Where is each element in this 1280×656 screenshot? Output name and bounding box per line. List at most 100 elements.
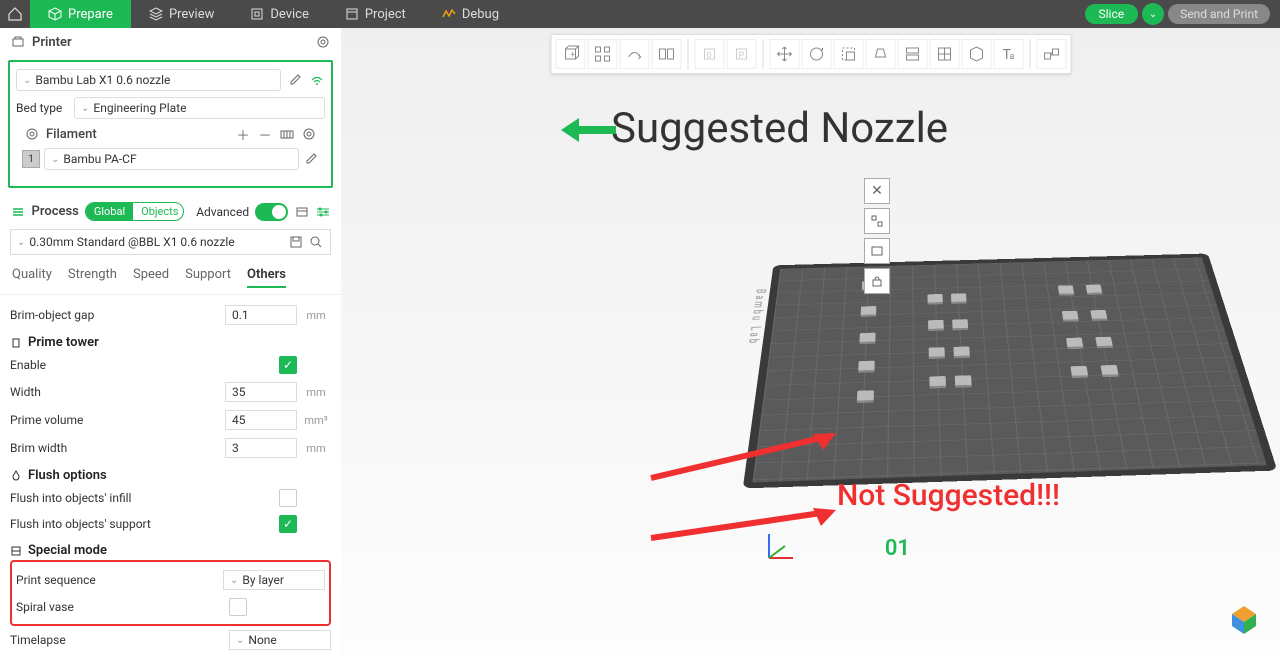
process-preset-select[interactable]: ⌄ 0.30mm Standard @BBL X1 0.6 nozzle (10, 229, 331, 255)
chevron-down-icon: ⌄ (17, 237, 25, 248)
wifi-icon[interactable] (309, 72, 325, 88)
sliders-icon[interactable] (316, 204, 332, 220)
edit-icon[interactable] (287, 72, 303, 88)
tab-support[interactable]: Support (185, 263, 231, 288)
red-arrow-1 (641, 428, 841, 488)
assembly-tool[interactable] (1036, 39, 1066, 69)
remove-filament-icon[interactable]: － (257, 126, 273, 142)
tab-others[interactable]: Others (247, 263, 286, 288)
bed-type-label: Bed type (16, 101, 68, 115)
filament-edit-icon[interactable] (303, 151, 319, 167)
tab-strength[interactable]: Strength (68, 263, 117, 288)
prime-tower-group[interactable]: Prime tower (10, 329, 331, 352)
scale-tool[interactable] (833, 39, 863, 69)
timelapse-select[interactable]: ⌄ None (229, 630, 331, 650)
preset-save-icon[interactable] (288, 234, 304, 250)
split-tool[interactable] (651, 39, 681, 69)
preset-search-icon[interactable] (308, 234, 324, 250)
flatten-tool[interactable] (865, 39, 895, 69)
rotate-tool[interactable] (801, 39, 831, 69)
filament-select[interactable]: ⌄ Bambu PA-CF (44, 148, 299, 170)
home-button[interactable] (0, 0, 30, 28)
mesh-tool[interactable] (929, 39, 959, 69)
annotation-suggested-nozzle: Suggested Nozzle (611, 104, 948, 153)
brim-object-gap-input[interactable]: 0.1 (225, 305, 297, 325)
flush-support-checkbox[interactable]: ✓ (279, 515, 297, 533)
prime-tower-icon (10, 337, 22, 349)
width-input[interactable]: 35 (225, 382, 297, 402)
brim-width-input[interactable]: 3 (225, 438, 297, 458)
objects-toggle[interactable]: Objects (133, 203, 184, 220)
printer-suggested-box: ⌄ Bambu Lab X1 0.6 nozzle Bed type ⌄ Eng… (8, 60, 333, 188)
plate-arrange-button[interactable] (864, 208, 890, 234)
svg-text:+: + (570, 50, 575, 59)
filament-settings-icon[interactable] (301, 126, 317, 142)
filament-swatch[interactable]: 1 (22, 150, 40, 168)
print-sequence-select[interactable]: ⌄ By layer (223, 570, 325, 590)
enable-row: Enable ✓ (10, 352, 331, 378)
prime-volume-input[interactable]: 45 (225, 410, 297, 430)
flush-infill-checkbox[interactable] (279, 489, 297, 507)
plate-settings-button[interactable] (864, 238, 890, 264)
printer-header: Printer (0, 28, 341, 56)
special-mode-group[interactable]: Special mode (10, 537, 331, 560)
tab-debug[interactable]: Debug (424, 0, 517, 28)
send-print-button[interactable]: Send and Print (1168, 4, 1270, 24)
view-cube[interactable] (1226, 602, 1262, 638)
brim-width-label: Brim width (10, 441, 225, 455)
svg-text:P: P (738, 51, 744, 61)
flush-infill-row: Flush into objects' infill (10, 485, 331, 511)
enable-checkbox[interactable]: ✓ (279, 356, 297, 374)
cut-tool[interactable] (897, 39, 927, 69)
chevron-down-icon: ⌄ (236, 635, 244, 646)
filament-icon (24, 126, 40, 142)
chevron-down-icon: ⌄ (81, 103, 89, 114)
arrange-tool[interactable] (587, 39, 617, 69)
width-label: Width (10, 385, 225, 399)
printer-preset-select[interactable]: ⌄ Bambu Lab X1 0.6 nozzle (16, 69, 281, 91)
svg-text:a: a (1009, 52, 1014, 62)
viewport[interactable]: + 0 P Ta Bambu Lab (341, 28, 1280, 656)
orient-tool[interactable] (619, 39, 649, 69)
add-filament-icon[interactable]: ＋ (235, 126, 251, 142)
printer-settings-icon[interactable] (315, 34, 331, 50)
bed-type-select[interactable]: ⌄ Engineering Plate (74, 97, 325, 119)
home-icon (7, 6, 23, 22)
tab-quality[interactable]: Quality (12, 263, 52, 288)
process-icon (10, 204, 26, 220)
annotation-not-suggested: Not Suggested!!! (837, 478, 1060, 513)
timelapse-row: Timelapse ⌄ None (10, 626, 331, 654)
paint-tool[interactable]: P (726, 39, 756, 69)
compare-icon[interactable] (294, 204, 310, 220)
flush-options-group[interactable]: Flush options (10, 462, 331, 485)
timelapse-label: Timelapse (10, 633, 229, 647)
brim-object-gap-row: Brim-object gap 0.1 mm (10, 301, 331, 329)
tab-project[interactable]: Project (327, 0, 424, 28)
device-icon (250, 7, 264, 21)
filament-header-label: Filament (46, 127, 97, 142)
global-objects-toggle[interactable]: Global Objects (85, 202, 184, 221)
ams-icon[interactable] (279, 126, 295, 142)
brim-object-gap-label: Brim-object gap (10, 308, 225, 322)
move-tool[interactable] (769, 39, 799, 69)
plate-close-button[interactable]: ✕ (864, 178, 890, 204)
add-plate-tool[interactable]: + (555, 39, 585, 69)
slice-dropdown[interactable]: ⌄ (1142, 3, 1164, 25)
tab-device[interactable]: Device (232, 0, 327, 28)
svg-text:0: 0 (706, 51, 711, 61)
advanced-switch[interactable] (255, 203, 288, 221)
printer-header-label: Printer (32, 35, 72, 50)
plate-side-buttons: ✕ (864, 178, 890, 294)
plate-lock-button[interactable] (864, 268, 890, 294)
variable-height-tool[interactable]: 0 (694, 39, 724, 69)
tab-speed[interactable]: Speed (133, 263, 169, 288)
support-paint-tool[interactable] (961, 39, 991, 69)
global-toggle[interactable]: Global (86, 203, 133, 220)
slice-button[interactable]: Slice (1085, 4, 1139, 24)
text-tool[interactable]: Ta (993, 39, 1023, 69)
spiral-vase-label: Spiral vase (16, 600, 229, 614)
red-arrow-2 (641, 498, 841, 548)
spiral-vase-checkbox[interactable] (229, 598, 247, 616)
tab-preview[interactable]: Preview (131, 0, 232, 28)
tab-prepare[interactable]: Prepare (30, 0, 131, 28)
